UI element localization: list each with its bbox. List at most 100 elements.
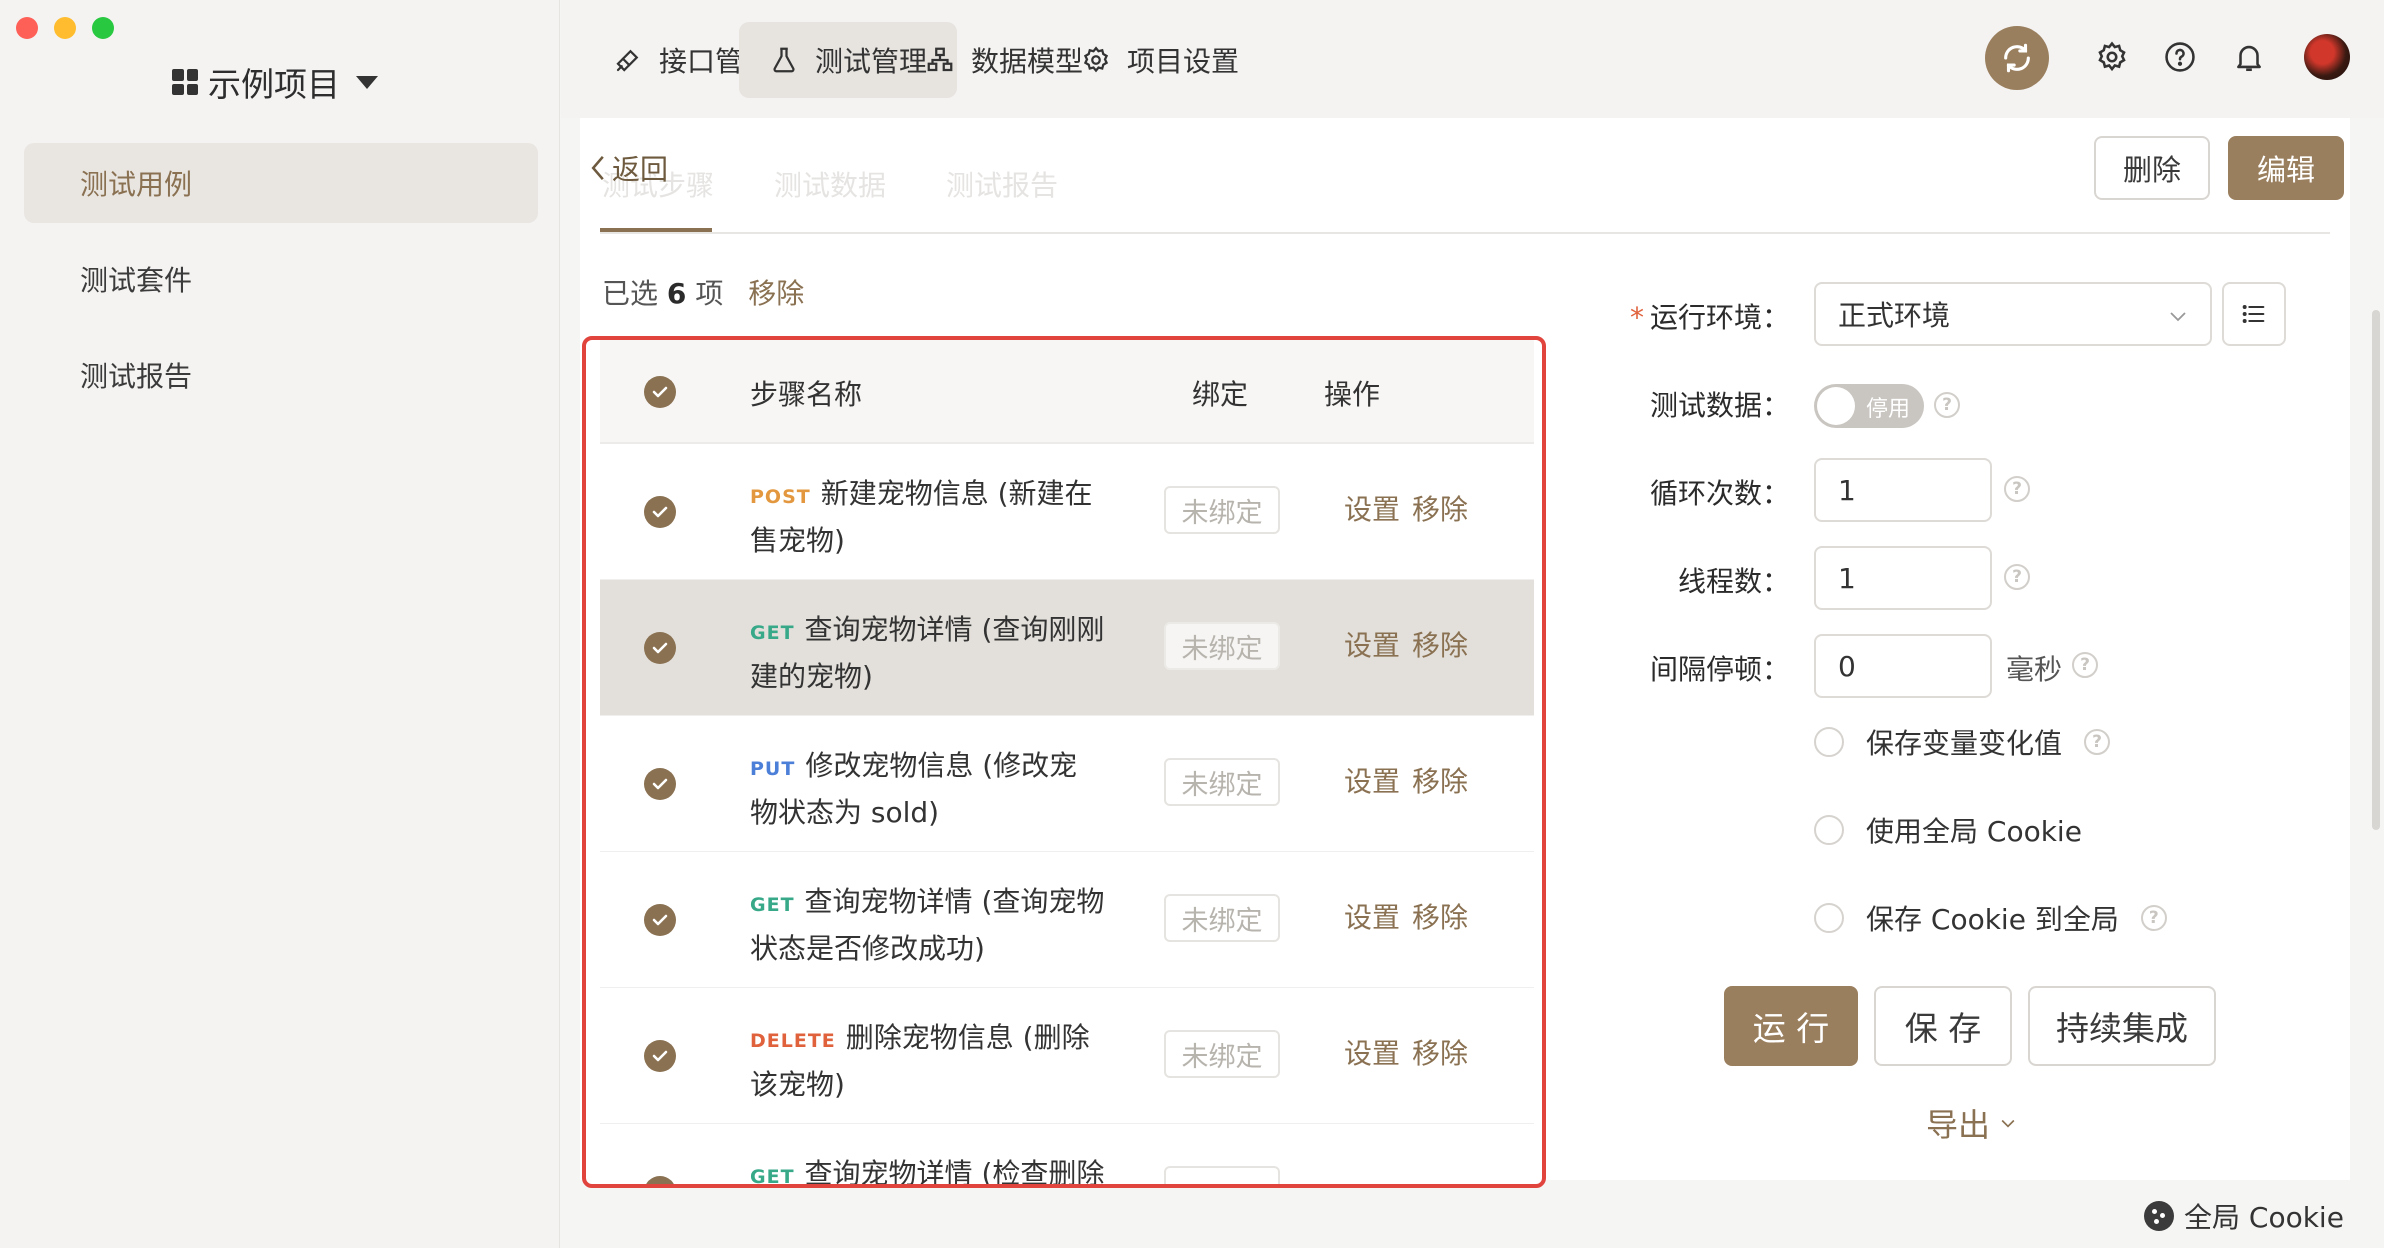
row-checkbox[interactable] [644, 1040, 676, 1072]
loop-count-input[interactable]: 1 [1814, 458, 1992, 522]
remove-link[interactable]: 移除 [1412, 624, 1468, 664]
header-step-name: 步骤名称 [750, 378, 863, 411]
delete-button[interactable]: 删除 [2094, 136, 2210, 200]
scrollbar[interactable] [2372, 310, 2380, 830]
env-select[interactable]: 正式环境 [1814, 282, 2212, 346]
check-icon [652, 386, 668, 398]
remove-link[interactable]: 移除 [1412, 1032, 1468, 1072]
export-dropdown[interactable]: 导出 [1926, 1100, 2018, 1146]
tab-test-report[interactable]: 测试报告 [946, 164, 1058, 204]
sidebar-item-test-cases[interactable]: 测试用例 [24, 143, 538, 223]
close-window-button[interactable] [16, 17, 38, 39]
toggle-label: 停用 [1866, 397, 1911, 422]
settings-link[interactable]: 设置 [1344, 896, 1400, 936]
checkbox[interactable] [1814, 903, 1844, 933]
settings-link[interactable]: 设置 [1344, 1032, 1400, 1072]
check-icon [652, 1050, 668, 1062]
list-icon [2242, 305, 2265, 323]
threads-input[interactable]: 1 [1814, 546, 1992, 610]
step-title-cont: 售宠物) [750, 524, 845, 557]
bulk-remove-link[interactable]: 移除 [748, 277, 804, 310]
checkbox[interactable] [1814, 727, 1844, 757]
binding-tag [1164, 1166, 1280, 1184]
method-badge: GET [750, 1166, 795, 1188]
run-button[interactable]: 运 行 [1724, 986, 1858, 1066]
row-actions: 设置 移除 [1344, 624, 1468, 664]
header-actions: 操作 [1324, 378, 1381, 411]
settings-link[interactable]: 设置 [1344, 488, 1400, 528]
sidebar-menu: 测试用例 测试套件 测试报告 [24, 143, 538, 431]
row-checkbox[interactable] [644, 496, 676, 528]
save-button[interactable]: 保 存 [1874, 986, 2012, 1066]
tab-test-data[interactable]: 测试数据 [774, 164, 886, 204]
global-cookie-option[interactable]: 使用全局 Cookie [1814, 810, 2082, 850]
env-list-button[interactable] [2222, 282, 2286, 346]
interval-input[interactable]: 0 [1814, 634, 1992, 698]
help-icon[interactable]: ? [2084, 729, 2111, 755]
option-label: 保存变量变化值 [1866, 727, 2063, 760]
checkbox[interactable] [1814, 815, 1844, 845]
settings-link[interactable]: 设置 [1344, 624, 1400, 664]
step-title: 修改宠物信息 (修改宠 [805, 749, 1078, 782]
help-icon[interactable]: ? [2004, 564, 2030, 590]
help-icon[interactable]: ? [1934, 392, 1960, 418]
selected-suffix: 项 [695, 277, 724, 310]
save-vars-option[interactable]: 保存变量变化值 ? [1814, 722, 2111, 762]
method-badge: GET [750, 622, 795, 644]
help-icon[interactable]: ? [2004, 476, 2030, 502]
help-icon[interactable]: ? [2140, 905, 2167, 931]
step-name: GET 查询宠物详情 (查询刚刚 建的宠物) [750, 608, 1110, 699]
settings-icon[interactable] [2095, 40, 2129, 74]
selected-prefix: 已选 [602, 277, 659, 310]
table-row[interactable]: GET 查询宠物详情 (查询宠物 状态是否修改成功) 未绑定 设置 移除 [600, 852, 1534, 988]
table-row[interactable]: POST 新建宠物信息 (新建在 售宠物) 未绑定 设置 移除 [600, 444, 1534, 580]
help-icon[interactable]: ? [2072, 652, 2098, 678]
project-selector[interactable]: 示例项目 [172, 58, 378, 106]
table-row[interactable]: GET 查询宠物详情 (查询刚刚 建的宠物) 未绑定 设置 移除 [600, 580, 1534, 716]
global-cookie-label: 全局 Cookie [2184, 1201, 2344, 1234]
minimize-window-button[interactable] [54, 17, 76, 39]
testdata-toggle[interactable]: 停用 [1814, 384, 1924, 428]
window-controls [16, 17, 114, 39]
edit-button[interactable]: 编辑 [2228, 136, 2344, 200]
threads-label: 线程数： [1677, 565, 1790, 598]
select-all-checkbox[interactable] [644, 376, 676, 408]
ci-button[interactable]: 持续集成 [2028, 986, 2216, 1066]
interval-label: 间隔停顿： [1649, 653, 1790, 686]
row-checkbox[interactable] [644, 904, 676, 936]
step-name: DELETE 删除宠物信息 (删除 该宠物) [750, 1016, 1110, 1107]
table-row[interactable]: PUT 修改宠物信息 (修改宠 物状态为 sold) 未绑定 设置 移除 [600, 716, 1534, 852]
bell-icon[interactable] [2232, 40, 2266, 74]
env-label: * 运行环境： [1629, 301, 1790, 334]
cookie-icon [2144, 1201, 2174, 1231]
back-link[interactable]: 返回 [590, 148, 668, 188]
step-title: 删除宠物信息 (删除 [845, 1021, 1090, 1054]
interval-unit: 毫秒 [2006, 653, 2063, 686]
step-title: 查询宠物详情 (检查删除 [804, 1157, 1105, 1188]
selection-summary: 已选 6 项 移除 [602, 272, 804, 312]
table-row[interactable]: DELETE 删除宠物信息 (删除 该宠物) 未绑定 设置 移除 [600, 988, 1534, 1124]
help-icon[interactable] [2163, 40, 2197, 74]
row-checkbox[interactable] [644, 768, 676, 800]
sidebar-item-test-suites[interactable]: 测试套件 [24, 239, 538, 319]
sidebar-item-label: 测试报告 [80, 360, 193, 393]
settings-link[interactable]: 设置 [1344, 760, 1400, 800]
remove-link[interactable]: 移除 [1412, 896, 1468, 936]
sync-button[interactable] [1985, 26, 2049, 90]
remove-link[interactable]: 移除 [1412, 760, 1468, 800]
remove-link[interactable]: 移除 [1412, 488, 1468, 528]
step-name: GET 查询宠物详情 (检查删除 [750, 1152, 1110, 1188]
tab-project-settings[interactable]: 项目设置 [1051, 22, 1269, 98]
check-icon [650, 1182, 670, 1188]
check-icon [652, 506, 668, 518]
table-row[interactable]: GET 查询宠物详情 (检查删除 [600, 1124, 1534, 1188]
maximize-window-button[interactable] [92, 17, 114, 39]
avatar[interactable] [2304, 34, 2350, 80]
global-cookie-button[interactable]: 全局 Cookie [2144, 1196, 2344, 1236]
save-cookie-option[interactable]: 保存 Cookie 到全局 ? [1814, 898, 2167, 938]
row-checkbox[interactable] [644, 1176, 676, 1188]
row-checkbox[interactable] [644, 632, 676, 664]
step-title-cont: 建的宠物) [750, 660, 873, 693]
sidebar-item-test-reports[interactable]: 测试报告 [24, 335, 538, 415]
binding-tag: 未绑定 [1164, 622, 1280, 670]
